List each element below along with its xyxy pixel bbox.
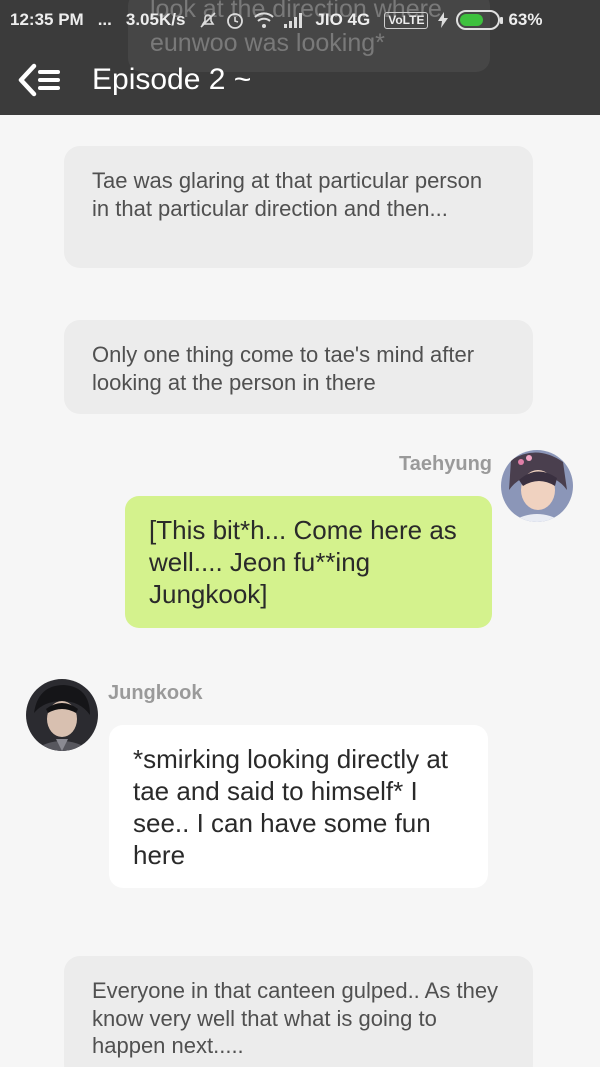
narration-text: Only one thing come to tae's mind after … [92, 342, 475, 395]
back-list-icon [18, 63, 60, 97]
chat-text: *smirking looking directly at tae and sa… [133, 744, 449, 870]
page-title: Episode 2 ~ [92, 63, 252, 96]
chat-bubble-jungkook: *smirking looking directly at tae and sa… [109, 725, 488, 888]
avatar-jungkook[interactable] [26, 679, 98, 751]
network-speed: 3.05K/s [125, 10, 186, 29]
status-time: 12:35 PM [10, 10, 84, 29]
narration-card: Everyone in that canteen gulped.. As the… [64, 956, 533, 1067]
carrier-label: JIO 4G [315, 10, 371, 29]
battery-percent: 63% [508, 10, 543, 29]
narration-text: Tae was glaring at that particular perso… [92, 168, 483, 221]
narration-card: Only one thing come to tae's mind after … [64, 320, 533, 414]
back-menu-button[interactable] [18, 60, 64, 100]
narration-card: Tae was glaring at that particular perso… [64, 146, 533, 268]
title-bar: Episode 2 ~ [0, 50, 600, 110]
sender-name-jungkook: Jungkook [108, 682, 203, 704]
narration-text: Everyone in that canteen gulped.. As the… [92, 978, 499, 1058]
charging-icon [438, 12, 449, 28]
status-dots: ... [97, 10, 112, 29]
status-bar: 12:35 PM ... 3.05K/s JIO 4G VoLTE 63% [0, 0, 600, 40]
wifi-icon [254, 12, 275, 28]
avatar-taehyung[interactable] [501, 450, 573, 522]
sender-name-taehyung: Taehyung [399, 453, 492, 475]
battery-level [460, 14, 484, 26]
mute-notification-icon [200, 12, 216, 28]
battery-icon [456, 10, 504, 30]
top-bar: look at the direction where eunwoo was l… [0, 0, 600, 115]
signal-icon [284, 13, 303, 28]
chat-bubble-taehyung: [This bit*h... Come here as well.... Jeo… [125, 496, 492, 628]
alarm-icon [227, 13, 244, 29]
volte-badge: VoLTE [384, 11, 429, 29]
chat-text: [This bit*h... Come here as well.... Jeo… [149, 515, 457, 609]
